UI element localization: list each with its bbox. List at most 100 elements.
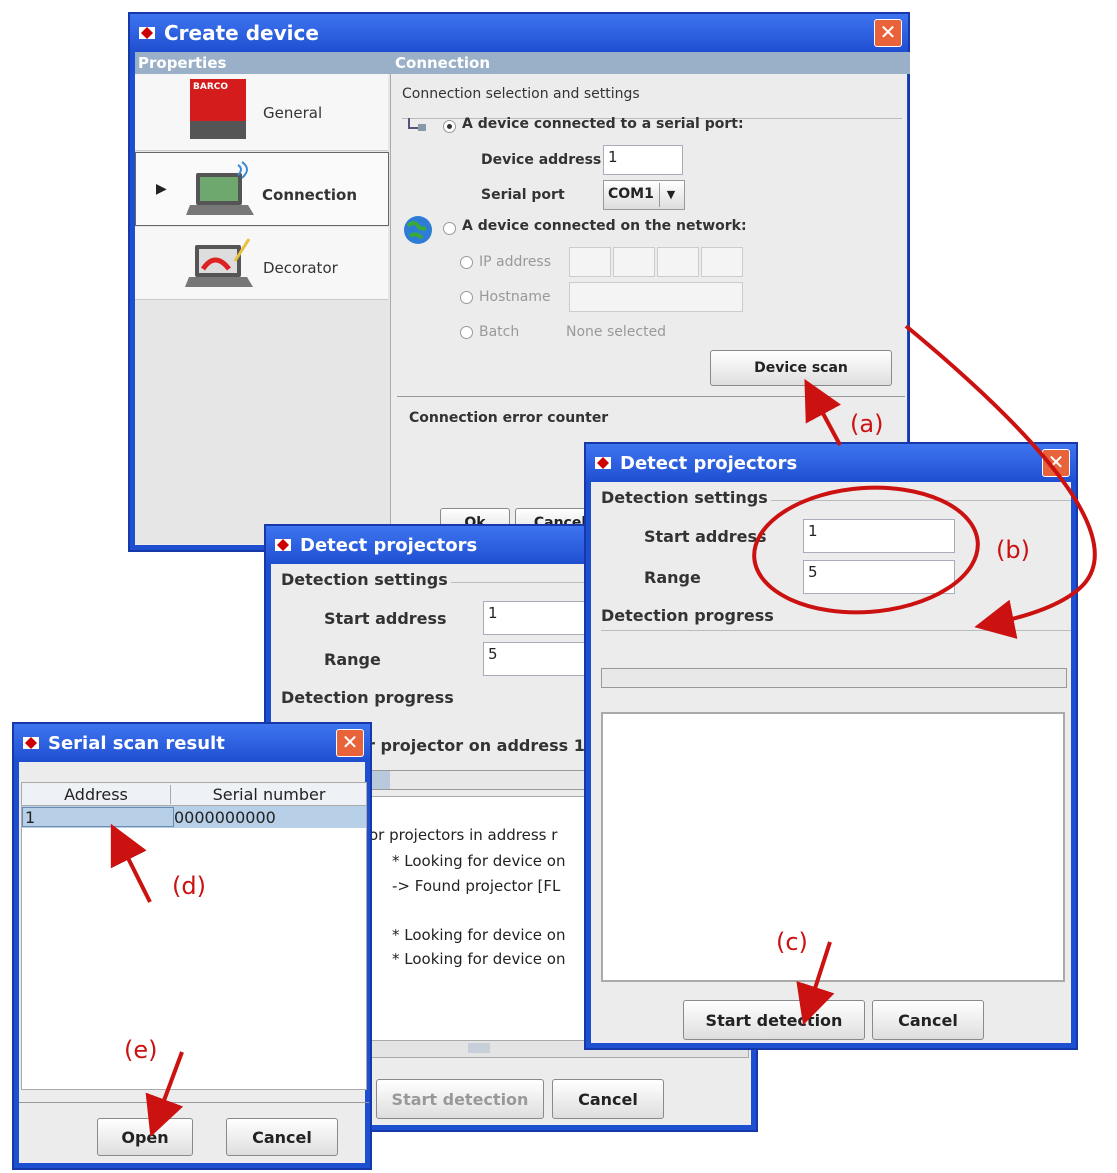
create-device-titlebar[interactable]: Create device <box>130 14 908 52</box>
divider <box>19 1102 369 1103</box>
annotation-c: (c) <box>776 928 808 956</box>
batch-value: None selected <box>566 324 667 340</box>
log-line: * Looking for device on <box>392 926 566 944</box>
cancel-button[interactable]: Cancel <box>552 1079 664 1119</box>
cancel-button[interactable]: Cancel <box>226 1118 338 1156</box>
log-line: * Looking for device on <box>392 950 566 968</box>
detection-progress-header: Detection progress <box>281 688 454 707</box>
chevron-down-icon: ▼ <box>659 183 682 207</box>
open-button[interactable]: Open <box>97 1118 193 1156</box>
log-line: * Looking for device on <box>392 852 566 870</box>
property-label: Connection <box>262 186 358 204</box>
range-input[interactable]: 5 <box>803 560 955 594</box>
property-label: General <box>263 104 323 122</box>
ip-octet-3[interactable] <box>657 247 699 277</box>
start-detection-button[interactable]: Start detection <box>376 1079 544 1119</box>
range-label: Range <box>644 568 701 587</box>
detection-progress-header: Detection progress <box>601 606 774 625</box>
annotation-a: (a) <box>850 410 884 438</box>
batch-label-text: Batch <box>479 324 520 340</box>
ip-label-text: IP address <box>479 254 552 270</box>
annotation-e: (e) <box>124 1036 158 1064</box>
detect-front-titlebar[interactable]: Detect projectors <box>586 444 1076 482</box>
properties-panel: BARCO General ▶ Connection Decorator <box>135 74 391 544</box>
cancel-button[interactable]: Cancel <box>872 1000 984 1040</box>
ip-address-label: IP address <box>460 254 551 270</box>
cell-serial: 0000000000 <box>174 808 276 827</box>
table-row[interactable]: 1 0000000000 <box>22 806 366 828</box>
batch-radio[interactable] <box>460 325 473 339</box>
divider <box>397 396 905 397</box>
start-address-label: Start address <box>644 527 767 546</box>
network-globe-icon <box>404 216 432 244</box>
properties-header: Properties <box>135 52 393 74</box>
ip-radio[interactable] <box>460 255 473 269</box>
serial-option-label: A device connected to a serial port: <box>462 116 744 132</box>
scrollbar-thumb[interactable] <box>468 1043 490 1053</box>
connection-section-title: Connection selection and settings <box>402 86 640 102</box>
selected-arrow-icon: ▶ <box>156 181 167 197</box>
app-icon <box>139 27 155 39</box>
detection-settings-header: Detection settings <box>281 570 448 589</box>
divider <box>771 500 1071 501</box>
start-address-input[interactable]: 1 <box>803 519 955 553</box>
connection-laptop-icon <box>186 161 254 215</box>
column-header-serial[interactable]: Serial number <box>172 785 366 804</box>
error-counter-label: Connection error counter <box>409 410 609 426</box>
hostname-input[interactable] <box>569 282 743 312</box>
cell-address: 1 <box>22 807 174 827</box>
property-connection[interactable]: ▶ Connection <box>135 152 389 226</box>
close-icon[interactable]: ✕ <box>874 19 902 47</box>
log-line: -> Found projector [FL <box>392 877 561 895</box>
serial-port-icon <box>408 118 426 131</box>
network-radio[interactable] <box>443 222 456 235</box>
window-title: Serial scan result <box>48 732 225 754</box>
window-title: Detect projectors <box>620 452 798 474</box>
range-label: Range <box>324 650 381 669</box>
log-line: or projectors in address r <box>369 826 558 844</box>
column-header-address[interactable]: Address <box>22 785 171 804</box>
app-icon <box>23 737 39 749</box>
close-icon[interactable]: ✕ <box>1042 449 1070 477</box>
progress-bar <box>601 668 1067 688</box>
serial-radio[interactable] <box>443 120 456 133</box>
result-table: Address Serial number 1 0000000000 <box>21 782 367 1090</box>
decorator-laptop-icon <box>185 238 253 287</box>
annotation-d: (d) <box>172 872 206 900</box>
serial-port-select[interactable]: COM1 ▼ <box>603 180 685 210</box>
property-general[interactable]: BARCO General <box>135 74 388 151</box>
ip-octet-2[interactable] <box>613 247 655 277</box>
device-scan-button[interactable]: Device scan <box>710 350 892 386</box>
status-text: r projector on address 1 <box>367 736 585 755</box>
app-icon <box>275 539 291 551</box>
serial-port-value: COM1 <box>608 186 654 202</box>
device-address-label: Device address <box>481 152 602 168</box>
hostname-label: Hostname <box>460 289 551 305</box>
serial-result-titlebar[interactable]: Serial scan result <box>14 724 370 762</box>
annotation-b: (b) <box>996 536 1030 564</box>
table-header: Address Serial number <box>22 783 366 806</box>
hostname-radio[interactable] <box>460 290 473 304</box>
device-address-input[interactable]: 1 <box>603 145 683 175</box>
ip-octet-4[interactable] <box>701 247 743 277</box>
divider <box>601 630 1071 631</box>
serial-port-label: Serial port <box>481 187 565 203</box>
serial-scan-result-window: Serial scan result ✕ Address Serial numb… <box>12 722 372 1170</box>
start-address-label: Start address <box>324 609 447 628</box>
app-icon <box>595 457 611 469</box>
connection-header: Connection <box>392 52 910 74</box>
hostname-label-text: Hostname <box>479 289 551 305</box>
serial-result-body: Address Serial number 1 0000000000 Open … <box>19 762 369 1163</box>
detection-settings-header: Detection settings <box>601 488 768 507</box>
ip-octet-1[interactable] <box>569 247 611 277</box>
window-title: Detect projectors <box>300 534 478 556</box>
batch-label: Batch <box>460 324 519 340</box>
detect-front-body: Detection settings Start address 1 Range… <box>591 482 1071 1043</box>
log-area <box>601 712 1065 982</box>
detect-projectors-front-window: Detect projectors ✕ Detection settings S… <box>584 442 1078 1050</box>
start-detection-button[interactable]: Start detection <box>683 1000 865 1040</box>
window-title: Create device <box>164 21 319 45</box>
property-decorator[interactable]: Decorator <box>135 227 388 300</box>
brand-logo: BARCO <box>190 79 246 139</box>
close-icon[interactable]: ✕ <box>336 729 364 757</box>
